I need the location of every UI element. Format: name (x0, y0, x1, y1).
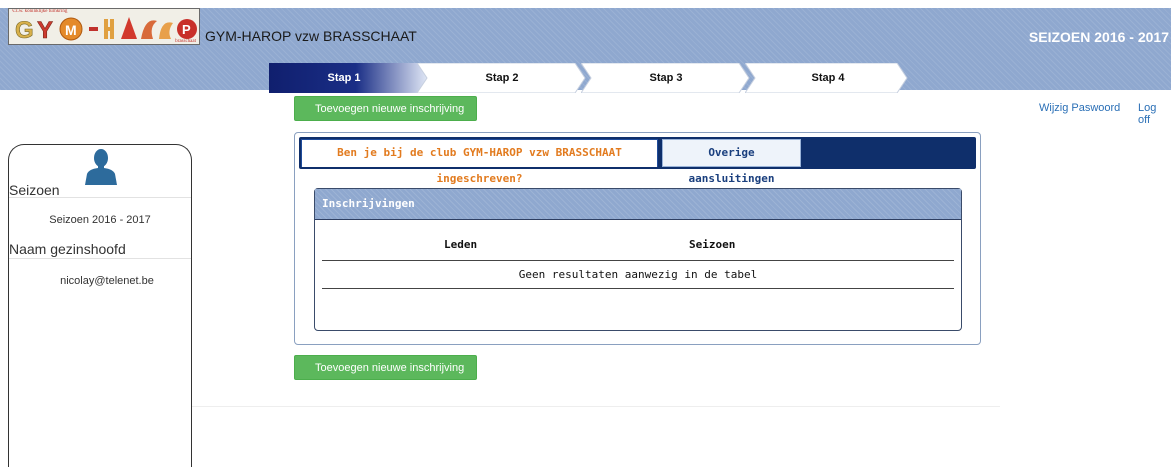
empty-table-message: Geen resultaten aanwezig in de tabel (518, 268, 758, 281)
logo-tagline: v.z.w. koninklijke turnkring (12, 9, 68, 14)
change-password-link[interactable]: Wijzig Paswoord (1039, 102, 1120, 114)
season-value: Seizoen 2016 - 2017 (49, 214, 151, 226)
add-registration-button-top[interactable]: Toevoegen nieuwe inschrijving (294, 96, 477, 121)
table-bottom-divider (322, 288, 954, 289)
step-4[interactable]: Stap 4 (745, 63, 909, 93)
add-registration-button-bottom[interactable]: Toevoegen nieuwe inschrijving (294, 355, 477, 380)
step-2-label: Stap 2 (485, 72, 519, 84)
divider (9, 258, 191, 259)
logo-town: brasschaat (175, 39, 196, 44)
step-2[interactable]: Stap 2 (417, 63, 587, 93)
svg-text:P: P (182, 22, 191, 37)
club-title: GYM-HAROP vzw BRASSCHAAT (205, 28, 417, 44)
tab-bar: Ben je bij de club GYM-HAROP vzw BRASSCH… (299, 137, 976, 185)
tab-club-registration[interactable]: Ben je bij de club GYM-HAROP vzw BRASSCH… (301, 139, 658, 185)
step-4-label: Stap 4 (811, 72, 845, 84)
logo-graphic: G Y M P (15, 17, 197, 44)
divider (9, 197, 191, 198)
step-3[interactable]: Stap 3 (581, 63, 751, 93)
step-1-label: Stap 1 (327, 72, 361, 84)
registrations-table-panel: Inschrijvingen Leden Seizoen Geen result… (314, 188, 962, 331)
column-header-seizoen[interactable]: Seizoen (689, 238, 735, 251)
club-logo[interactable]: G Y M P v.z.w. koninklijke turnkring bra… (8, 8, 200, 45)
svg-text:M: M (65, 22, 77, 38)
household-head-heading: Naam gezinshoofd (9, 241, 126, 257)
tab-other-affiliations[interactable]: Overige aansluitingen (662, 139, 801, 185)
step-1[interactable]: Stap 1 (269, 63, 429, 93)
season-heading: Seizoen (9, 182, 60, 198)
svg-text:Y: Y (37, 17, 53, 44)
step-3-label: Stap 3 (649, 72, 683, 84)
table-header-divider (322, 260, 954, 261)
header-banner: G Y M P v.z.w. koninklijke turnkring bra… (0, 8, 1171, 93)
registrations-title: Inschrijvingen (315, 189, 961, 220)
footer-divider (192, 406, 1000, 407)
column-header-leden[interactable]: Leden (444, 238, 477, 251)
household-head-email: nicolay@telenet.be (60, 275, 154, 287)
logoff-link[interactable]: Log off (1138, 102, 1171, 126)
user-icon (85, 149, 117, 185)
profile-sidebar: Seizoen Seizoen 2016 - 2017 Naam gezinsh… (8, 144, 192, 467)
season-title: SEIZOEN 2016 - 2017 (1028, 29, 1169, 45)
svg-text:G: G (15, 17, 34, 44)
wizard-steps: Stap 1 Stap 2 Stap 3 Stap 4 (269, 63, 909, 93)
main-panel: Ben je bij de club GYM-HAROP vzw BRASSCH… (294, 132, 981, 345)
